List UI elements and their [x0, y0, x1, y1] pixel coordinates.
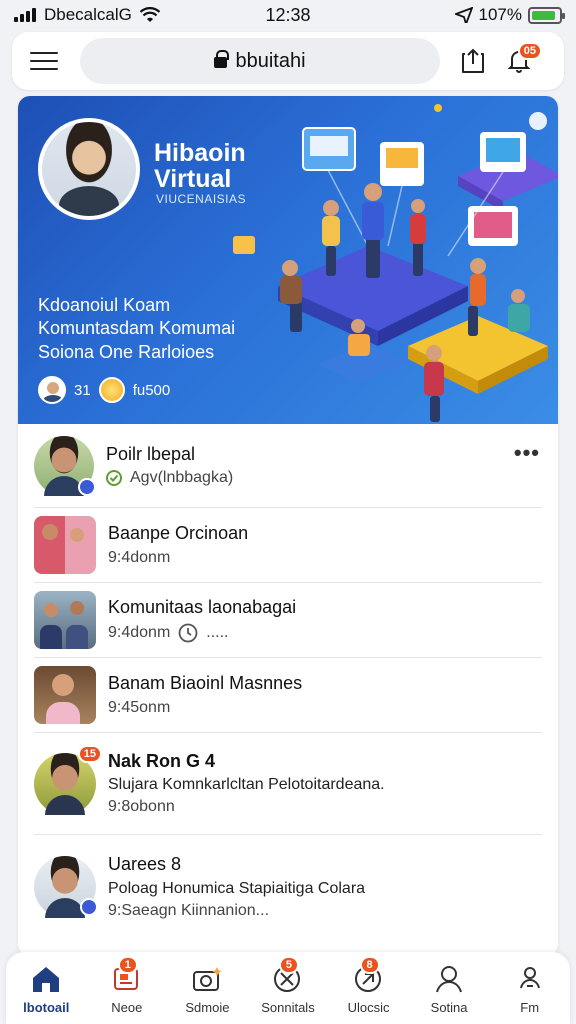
verified-badge — [78, 477, 96, 496]
address-bar[interactable]: bbuitahi — [80, 38, 440, 84]
list-item-title: Baanpe Orcinoan — [108, 523, 249, 544]
check-circle-icon — [106, 470, 122, 487]
hero-desc-line1: Kdoanoiul Koam — [38, 295, 171, 315]
main-card: Hibaoin Virtual VIUCENAISIAS Kdoanoiul K… — [18, 96, 558, 956]
list-item-time: 9:Saeagn Kiinnanion... — [108, 901, 270, 919]
news-icon: 1 — [110, 955, 144, 996]
top-bar: bbuitahi 05 — [12, 32, 564, 90]
list-item-title: Komunitaas laonabagai — [108, 597, 297, 618]
list-item-extra: ..... — [206, 623, 229, 641]
thumbnail — [34, 516, 96, 574]
community-illustration — [233, 104, 558, 422]
list-item-message: Poloag Honumica Stapiaitiga Colara — [108, 879, 366, 897]
tab-label: Fm — [520, 999, 540, 1015]
hero-subtitle: VIUCENAISIAS — [156, 192, 247, 206]
tab-music[interactable]: 8 Ulocsic — [332, 955, 406, 1015]
share-button[interactable] — [454, 42, 492, 80]
notification-badge: 05 — [517, 42, 542, 60]
lock-icon — [214, 49, 230, 71]
tab-news[interactable]: 1 Neoe — [90, 955, 164, 1015]
tab-badge: 1 — [117, 955, 138, 974]
host-avatar[interactable] — [38, 118, 140, 220]
location-icon — [454, 7, 473, 23]
wifi-icon — [139, 7, 160, 22]
carrier-label: DbecalcalG — [44, 5, 132, 24]
camera-icon — [190, 962, 224, 996]
tab-label: Sonnitals — [261, 999, 315, 1015]
list-item-time: 9:8obonn — [108, 798, 175, 816]
battery-percent: 107% — [478, 5, 522, 24]
participant-avatar — [38, 376, 66, 404]
list-item-time: 9:4donm — [108, 623, 171, 641]
tab-profile[interactable]: Sotina — [412, 962, 486, 1015]
coin-icon — [98, 377, 125, 403]
tab-label: lbotoail — [23, 999, 70, 1015]
hero-title-line1: Hibaoin — [154, 139, 246, 167]
tab-label: Sotina — [430, 999, 468, 1015]
hero-meta-text: fu500 — [132, 381, 171, 399]
more-options-button[interactable]: ••• — [514, 440, 540, 466]
tab-camera[interactable]: Sdmoie — [170, 962, 244, 1015]
tab-badge: 5 — [278, 955, 299, 974]
status-right: 107% — [454, 5, 565, 25]
hero-title: Hibaoin Virtual — [154, 140, 246, 193]
tab-chat[interactable]: 5 Sonnitals — [251, 955, 325, 1015]
signal-icon — [14, 8, 36, 22]
list-item-title: Banam Biaoinl Masnnes — [108, 673, 303, 694]
bottom-nav: lbotoail 1 Neoe Sdmoie 5 Sonnitals 8 Ulo… — [6, 952, 570, 1024]
list-item[interactable]: Uarees 8 Poloag Honumica Stapiaitiga Col… — [34, 835, 542, 939]
people-icon — [513, 962, 547, 996]
feed-list: Poilr lbepal Agv(lnbbagka) ••• Baanpe Or… — [18, 424, 558, 939]
tab-home[interactable]: lbotoail — [9, 962, 83, 1015]
battery-icon — [528, 6, 565, 24]
share-icon — [462, 48, 484, 73]
hero-desc-line3: Soiona One Rarloioes — [38, 341, 215, 362]
thumbnail — [34, 666, 96, 724]
avatar — [34, 435, 96, 496]
list-item[interactable]: Komunitaas laonabagai 9:4donm ..... — [34, 583, 542, 658]
list-item-message: Slujara Komnkarlcltan Pelotoitardeana. — [108, 776, 385, 794]
hero-desc-line2: Komuntasdam Komumai — [38, 318, 236, 339]
tab-label: Neoe — [111, 999, 143, 1015]
participant-count: 31 — [74, 381, 91, 399]
hero-title-line2: Virtual — [154, 165, 232, 194]
list-item-title: Poilr lbepal — [106, 443, 196, 464]
profile-icon — [432, 962, 466, 996]
tab-badge: 8 — [359, 955, 380, 974]
hero-description: Kdoanoiul Koam Komuntasdam Komumai Soion… — [38, 294, 235, 364]
verified-badge — [80, 898, 98, 916]
home-icon — [29, 962, 63, 996]
thumbnail — [34, 591, 96, 649]
menu-icon[interactable] — [22, 39, 66, 83]
clock-icon — [178, 623, 198, 643]
avatar — [34, 856, 98, 918]
list-item-time: 9:45onm — [108, 698, 171, 716]
hero-meta: 31 fu500 — [38, 376, 170, 404]
list-item[interactable]: Baanpe Orcinoan 9:4donm — [34, 508, 542, 583]
chat-icon: 5 — [271, 955, 305, 996]
list-item-subtitle: Agv(lnbbagka) — [130, 469, 234, 487]
status-left: DbecalcalG — [14, 5, 160, 25]
list-item[interactable]: Banam Biaoinl Masnnes 9:45onm — [34, 658, 542, 733]
unread-badge: 15 — [77, 744, 102, 763]
notification-button[interactable]: 05 — [500, 42, 542, 80]
tab-label: Ulocsic — [347, 999, 390, 1015]
list-item-title: Uarees 8 — [108, 854, 182, 875]
list-item[interactable]: Poilr lbepal Agv(lnbbagka) ••• — [34, 424, 542, 508]
music-icon: 8 — [352, 955, 386, 996]
avatar: 15 — [34, 744, 102, 815]
list-item[interactable]: 15 Nak Ron G 4 Slujara Komnkarlcltan Pel… — [34, 733, 542, 835]
tab-people[interactable]: Fm — [493, 962, 567, 1015]
status-bar: DbecalcalG 12:38 107% — [0, 0, 576, 30]
tab-label: Sdmoie — [185, 999, 230, 1015]
hero-banner[interactable]: Hibaoin Virtual VIUCENAISIAS Kdoanoiul K… — [18, 96, 558, 424]
list-item-title: Nak Ron G 4 — [108, 750, 216, 771]
address-text: bbuitahi — [235, 49, 306, 72]
list-item-time: 9:4donm — [108, 548, 171, 566]
